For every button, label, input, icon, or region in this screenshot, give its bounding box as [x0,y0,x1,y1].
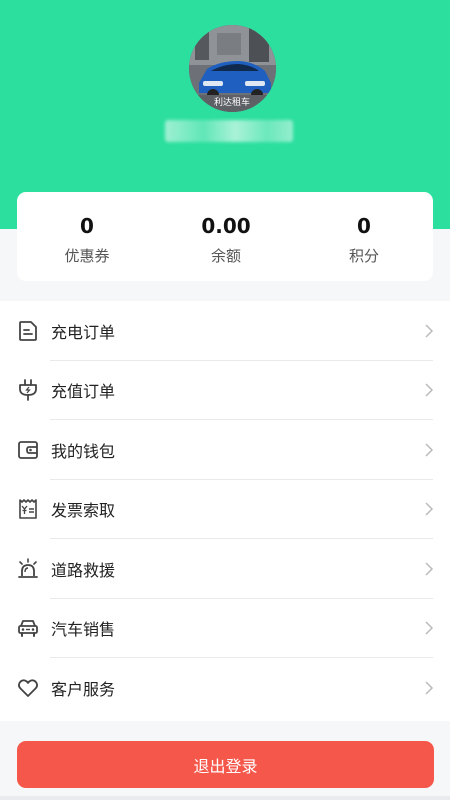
wallet-icon [18,440,38,459]
menu-item-customer-service[interactable]: 客户服务 [0,658,450,718]
menu-item-invoice[interactable]: 发票索取 [0,480,450,539]
alarm-light-icon [18,557,38,578]
heart-icon [18,679,38,697]
menu-label: 我的钱包 [51,441,116,461]
menu-item-road-rescue[interactable]: 道路救援 [0,539,450,599]
invoice-icon [19,499,37,520]
avatar-caption: 利达租车 [214,96,250,108]
bottom-bar [0,796,450,800]
chevron-right-icon [425,681,434,695]
balance-label: 余额 [210,247,241,265]
logout-button[interactable]: 退出登录 [17,741,434,788]
points-count: 0 [357,214,371,238]
document-icon [19,320,37,341]
avatar[interactable]: 利达租车 [189,25,276,112]
balance-amount: 0.00 [201,214,251,238]
menu-item-charging-orders[interactable]: 充电订单 [0,301,450,361]
menu-list: 充电订单 充值订单 我的钱包 发票索取 道路救援 汽车销售 客户服务 [0,301,450,721]
chevron-right-icon [425,383,434,397]
menu-label: 充值订单 [51,382,116,402]
menu-label: 道路救援 [51,560,116,580]
points-label: 积分 [348,247,379,265]
menu-label: 发票索取 [51,501,116,521]
chevron-right-icon [425,562,434,576]
menu-item-car-sales[interactable]: 汽车销售 [0,599,450,658]
balance-stat[interactable]: 0.00 余额 [166,192,286,266]
menu-item-wallet[interactable]: 我的钱包 [0,420,450,480]
menu-label: 充电订单 [51,322,116,342]
menu-label: 汽车销售 [51,620,116,640]
points-stat[interactable]: 0 积分 [304,192,424,266]
menu-label: 客户服务 [51,679,116,699]
chevron-right-icon [425,621,434,635]
chevron-right-icon [425,443,434,457]
coupon-stat[interactable]: 0 优惠券 [27,192,147,266]
plug-icon [19,379,37,402]
coupon-count: 0 [80,214,94,238]
stats-card: 0 优惠券 0.00 余额 0 积分 [17,192,433,281]
username-blurred [165,120,293,142]
coupon-label: 优惠券 [64,247,110,265]
menu-item-recharge-orders[interactable]: 充值订单 [0,361,450,420]
car-icon [18,620,38,638]
chevron-right-icon [425,502,434,516]
chevron-right-icon [425,324,434,338]
